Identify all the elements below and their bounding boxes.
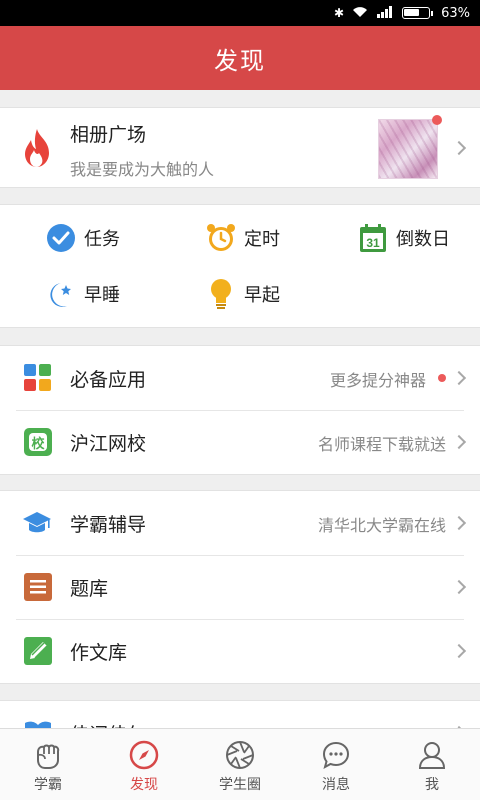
bottom-tab-bar: 学霸 发现 学生圈 消息 我 xyxy=(0,728,480,800)
list-item-subtitle: 清华北大学霸在线 xyxy=(317,516,446,535)
list-item-essential-apps[interactable]: 必备应用 更多提分神器 xyxy=(0,346,480,410)
tab-messages[interactable]: 消息 xyxy=(288,729,384,800)
alarm-clock-icon xyxy=(206,223,236,253)
album-thumbnail xyxy=(378,119,438,179)
school-icon-text: 校 xyxy=(31,436,45,452)
check-circle-icon xyxy=(46,223,76,253)
tool-label: 早起 xyxy=(244,285,280,306)
lightbulb-icon xyxy=(206,279,236,309)
graduation-cap-icon xyxy=(23,512,51,533)
list-item-label: 作文库 xyxy=(70,642,128,664)
question-bank-icon xyxy=(24,573,52,601)
compass-icon xyxy=(128,739,160,771)
list-item-label: 必备应用 xyxy=(70,369,147,391)
tool-wake-early[interactable]: 早起 xyxy=(206,279,280,309)
list-item-label: 题库 xyxy=(70,578,109,600)
list-item-subtitle: 名师课程下载就送 xyxy=(317,435,446,454)
new-dot-badge xyxy=(438,374,446,382)
app-grid-icon xyxy=(24,364,51,391)
chevron-right-icon xyxy=(451,140,467,156)
tab-label: 消息 xyxy=(322,777,350,793)
vocab-group: 佳词佳句 xyxy=(0,700,480,728)
chat-bubble-icon xyxy=(320,739,352,771)
study-group: 学霸辅导 清华北大学霸在线 题库 作文库 xyxy=(0,490,480,684)
tool-timer[interactable]: 定时 xyxy=(206,223,280,253)
tool-label: 早睡 xyxy=(84,285,120,306)
list-item-tutoring[interactable]: 学霸辅导 清华北大学霸在线 xyxy=(0,491,480,555)
tab-student-circle[interactable]: 学生圈 xyxy=(192,729,288,800)
school-icon: 校 xyxy=(24,428,52,456)
tool-label: 任务 xyxy=(84,229,120,250)
tab-discover[interactable]: 发现 xyxy=(96,729,192,800)
flame-icon xyxy=(25,129,49,167)
album-subtitle: 我是要成为大触的人 xyxy=(70,160,215,179)
battery-percent: 63% xyxy=(441,5,470,21)
chevron-right-icon xyxy=(451,370,467,386)
chevron-right-icon xyxy=(451,515,467,531)
apps-group: 必备应用 更多提分神器 校 沪江网校 名师课程下载就送 xyxy=(0,345,480,475)
chevron-right-icon xyxy=(451,434,467,450)
album-title: 相册广场 xyxy=(70,124,147,146)
list-item-subtitle: 更多提分神器 xyxy=(329,371,426,390)
tab-me[interactable]: 我 xyxy=(384,729,480,800)
bluetooth-icon: ✱ xyxy=(334,6,345,20)
discover-content[interactable]: 相册广场 我是要成为大触的人 任务 定时 31 倒数日 早睡 早起 必备应用 更… xyxy=(0,90,480,728)
status-bar: ✱ 63% xyxy=(0,0,480,26)
tool-countdown[interactable]: 31 倒数日 xyxy=(358,223,450,253)
battery-icon xyxy=(402,7,434,19)
list-item-question-bank[interactable]: 题库 xyxy=(0,555,480,619)
list-item-phrases[interactable]: 佳词佳句 xyxy=(0,701,480,728)
tool-task[interactable]: 任务 xyxy=(46,223,120,253)
new-dot-badge xyxy=(432,115,442,125)
calendar-icon: 31 xyxy=(358,223,388,253)
wifi-icon xyxy=(352,6,368,21)
list-item-essay-library[interactable]: 作文库 xyxy=(0,619,480,683)
tools-grid: 任务 定时 31 倒数日 早睡 早起 xyxy=(0,204,480,328)
aperture-icon xyxy=(224,739,256,771)
calendar-day-number: 31 xyxy=(366,236,380,250)
person-icon xyxy=(416,739,448,771)
book-icon xyxy=(25,721,51,728)
moon-star-icon xyxy=(46,279,76,309)
list-item-hujiang-school[interactable]: 校 沪江网校 名师课程下载就送 xyxy=(0,410,480,474)
fist-icon xyxy=(32,739,64,771)
tab-label: 学霸 xyxy=(34,777,62,793)
tool-label: 定时 xyxy=(244,229,280,250)
essay-pencil-icon xyxy=(24,637,52,665)
tab-label: 我 xyxy=(425,777,439,793)
list-item-label: 学霸辅导 xyxy=(70,514,147,536)
tool-label: 倒数日 xyxy=(396,229,450,250)
album-plaza-entry[interactable]: 相册广场 我是要成为大触的人 xyxy=(0,107,480,188)
tab-label: 发现 xyxy=(130,777,158,793)
page-title: 发现 xyxy=(0,26,480,90)
tab-label: 学生圈 xyxy=(219,777,261,793)
tool-sleep-early[interactable]: 早睡 xyxy=(46,279,120,309)
chevron-right-icon xyxy=(451,643,467,659)
tab-xueba[interactable]: 学霸 xyxy=(0,729,96,800)
list-item-label: 沪江网校 xyxy=(70,433,147,455)
list-item-label: 佳词佳句 xyxy=(70,720,146,728)
chevron-right-icon xyxy=(451,579,467,595)
signal-icon xyxy=(376,5,394,21)
